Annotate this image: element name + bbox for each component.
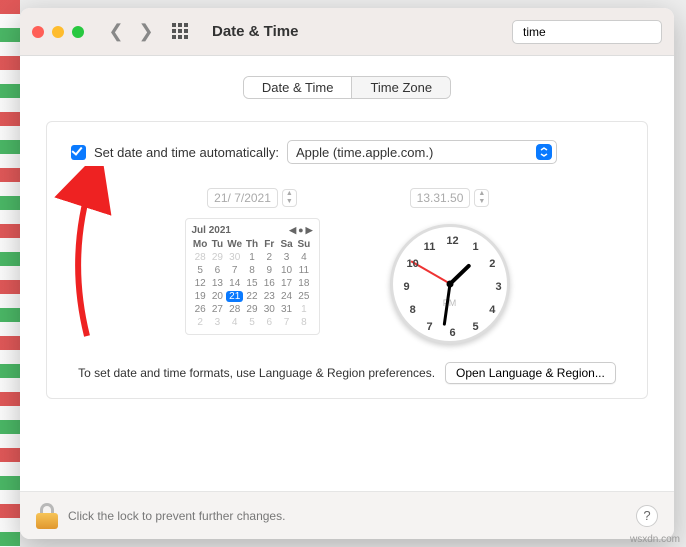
preferences-window: ❮ ❯ Date & Time ✕ Date & Time Time Zone … (20, 8, 674, 539)
time-value: 13.31.50 (410, 188, 471, 208)
window-title: Date & Time (212, 23, 298, 40)
forward-button[interactable]: ❯ (136, 21, 156, 42)
window-controls (32, 26, 84, 38)
time-server-select[interactable]: Apple (time.apple.com.) (287, 140, 557, 164)
lock-bar: Click the lock to prevent further change… (20, 491, 674, 539)
date-field[interactable]: 21/ 7/2021 ▲▼ (207, 188, 297, 208)
content-area: Date & Time Time Zone Set date and time … (20, 56, 674, 491)
tab-date-time[interactable]: Date & Time (244, 77, 352, 98)
tab-group: Date & Time Time Zone (243, 76, 451, 99)
analog-clock: PM 123456789101112 (390, 224, 510, 344)
zoom-icon[interactable] (72, 26, 84, 38)
time-column: 13.31.50 ▲▼ PM 123456789101112 (390, 188, 510, 344)
search-input[interactable] (523, 25, 674, 39)
settings-panel: Set date and time automatically: Apple (… (46, 121, 648, 399)
calendar-nav[interactable]: ◀●▶ (289, 225, 312, 236)
tab-time-zone[interactable]: Time Zone (351, 77, 450, 98)
open-language-region-button[interactable]: Open Language & Region... (445, 362, 616, 384)
dropdown-icon (536, 144, 552, 160)
lock-icon[interactable] (36, 503, 58, 529)
auto-set-label: Set date and time automatically: (94, 145, 279, 160)
auto-set-checkbox[interactable] (71, 145, 86, 160)
close-icon[interactable] (32, 26, 44, 38)
back-button[interactable]: ❮ (106, 21, 126, 42)
time-server-value: Apple (time.apple.com.) (296, 145, 433, 160)
date-column: 21/ 7/2021 ▲▼ Jul 2021 ◀●▶ MoTuWeThFrSaS… (185, 188, 320, 344)
time-stepper[interactable]: ▲▼ (474, 189, 489, 207)
show-all-icon[interactable] (172, 23, 190, 41)
calendar-month: Jul 2021 (192, 225, 231, 236)
watermark: wsxdn.com (630, 534, 680, 545)
time-field[interactable]: 13.31.50 ▲▼ (410, 188, 490, 208)
format-hint: To set date and time formats, use Langua… (78, 366, 435, 380)
background-decoration (0, 0, 20, 547)
titlebar: ❮ ❯ Date & Time ✕ (20, 8, 674, 56)
lock-text: Click the lock to prevent further change… (68, 509, 285, 523)
search-field[interactable]: ✕ (512, 20, 662, 44)
help-button[interactable]: ? (636, 505, 658, 527)
minimize-icon[interactable] (52, 26, 64, 38)
date-value: 21/ 7/2021 (207, 188, 278, 208)
date-stepper[interactable]: ▲▼ (282, 189, 297, 207)
calendar[interactable]: Jul 2021 ◀●▶ MoTuWeThFrSaSu2829301234567… (185, 218, 320, 335)
